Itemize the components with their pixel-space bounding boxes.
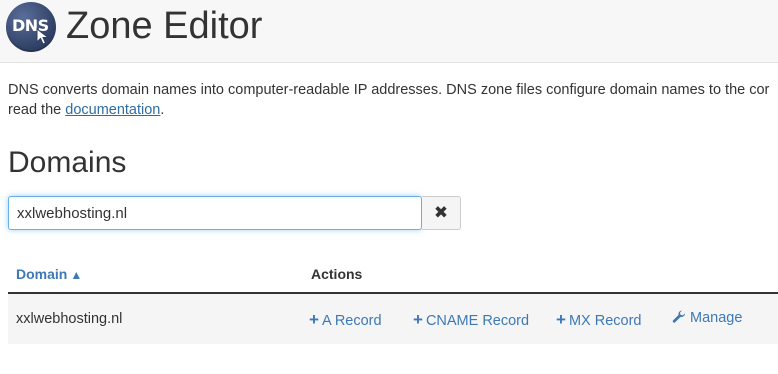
mx-record-label: MX Record: [568, 313, 642, 329]
domain-column-label: Domain: [16, 266, 68, 282]
add-mx-record-link[interactable]: + MX Record: [556, 310, 641, 330]
plus-icon: +: [309, 310, 319, 329]
table-row: xxlwebhosting.nl + A Record + CNAME Record…: [8, 294, 778, 344]
manage-label: Manage: [690, 310, 743, 326]
description-text: DNS converts domain names into computer-…: [8, 82, 770, 98]
documentation-link[interactable]: documentation: [65, 102, 160, 118]
times-icon: ✖: [433, 203, 449, 222]
plus-icon: +: [556, 310, 566, 329]
domain-search-input[interactable]: [8, 196, 422, 230]
domain-column-header[interactable]: Domain ▲: [16, 266, 82, 282]
cname-record-label: CNAME Record: [425, 313, 530, 329]
clear-search-button[interactable]: ✖: [422, 196, 461, 230]
domains-table-header: Domain ▲ Actions: [8, 258, 778, 294]
plus-icon: +: [413, 310, 423, 329]
dns-logo: DNS: [6, 2, 56, 52]
domains-heading: Domains: [8, 146, 127, 179]
add-a-record-link[interactable]: + A Record: [309, 310, 382, 330]
actions-column-header: Actions: [311, 266, 363, 282]
a-record-label: A Record: [321, 313, 382, 329]
page-title: Zone Editor: [66, 5, 263, 47]
add-cname-record-link[interactable]: + CNAME Record: [413, 310, 529, 330]
manage-link[interactable]: Manage: [672, 310, 742, 326]
wrench-icon: [672, 310, 686, 323]
description-text-line2: read the: [8, 102, 66, 118]
page-header: DNS Zone Editor: [0, 0, 778, 63]
sort-ascending-icon: ▲: [70, 268, 83, 282]
domain-cell: xxlwebhosting.nl: [16, 311, 123, 327]
cursor-icon: [36, 28, 50, 45]
page-description: DNS converts domain names into computer-…: [8, 80, 778, 120]
description-suffix: .: [160, 102, 165, 118]
